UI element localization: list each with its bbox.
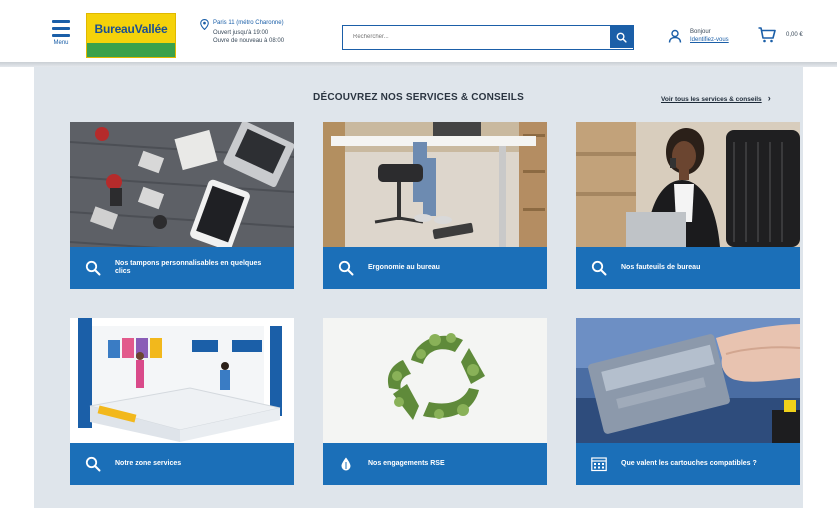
service-card-stamps[interactable]: Nos tampons personnalisables en quelques… [70,122,294,289]
service-card-services-zone[interactable]: Notre zone services [70,318,294,485]
service-card-csr[interactable]: Nos engagements RSE [323,318,547,485]
see-all-services-link[interactable]: Voir tous les services & conseils › [661,93,771,103]
chevron-right-icon: › [767,93,771,103]
search-icon [85,456,101,472]
location-pin-icon [200,19,209,30]
search-bar [342,25,634,50]
card-image-stamps [70,122,294,247]
logo-text: BureauVallée [94,21,168,36]
card-label: Notre zone services [115,460,182,467]
card-caption-bar: Que valent les cartouches compatibles ? [576,443,800,485]
account-link[interactable]: Bonjour Identifiez-vous [668,27,748,47]
store-reopen-hours: Ouvre de nouveau à 08:00 [213,38,285,44]
logo-stripe [87,43,175,57]
card-image-cartridges [576,318,800,443]
search-icon [338,260,354,276]
menu-label: Menu [53,40,69,46]
search-icon [616,32,627,43]
card-caption-bar: Nos engagements RSE [323,443,547,485]
card-caption-bar: Notre zone services [70,443,294,485]
card-label: Ergonomie au bureau [368,264,440,271]
card-label: Nos fauteuils de bureau [621,264,701,271]
cart-button[interactable]: 0,00 € [758,25,818,47]
card-caption-bar: Nos tampons personnalisables en quelques… [70,247,294,289]
service-card-ergonomics[interactable]: Ergonomie au bureau [323,122,547,289]
cart-total: 0,00 € [786,32,803,38]
login-link[interactable]: Identifiez-vous [690,37,729,43]
see-all-label: Voir tous les services & conseils [661,96,762,103]
leaf-drop-icon [341,457,351,471]
hamburger-icon-bar [52,34,70,37]
search-input[interactable] [343,26,609,48]
card-image-services-zone [70,318,294,443]
store-open-hours: Ouvert jusqu'à 19:00 [213,30,269,36]
service-card-office-chairs[interactable]: Nos fauteuils de bureau [576,122,800,289]
search-button[interactable] [610,26,633,48]
cart-icon [758,27,776,43]
store-selector[interactable]: Paris 11 (métro Charonne) Ouvert jusqu'à… [200,18,330,52]
hamburger-icon [52,20,70,23]
menu-button[interactable]: Menu [50,20,72,50]
card-label: Nos engagements RSE [368,460,445,467]
card-caption-bar: Ergonomie au bureau [323,247,547,289]
card-caption-bar: Nos fauteuils de bureau [576,247,800,289]
site-header: Menu BureauVallée Paris 11 (métro Charon… [0,0,837,64]
user-icon [668,29,682,43]
search-icon [85,260,101,276]
service-card-cartridges[interactable]: Que valent les cartouches compatibles ? [576,318,800,485]
account-greeting: Bonjour [690,29,711,35]
brand-logo[interactable]: BureauVallée [86,13,176,58]
card-label: Nos tampons personnalisables en quelques… [115,260,262,275]
card-image-ergonomics [323,122,547,247]
hamburger-icon-bar [52,27,70,30]
search-icon [591,260,607,276]
card-label: Que valent les cartouches compatibles ? [621,460,757,467]
card-image-recycle-leaves [323,318,547,443]
card-image-office-chairs [576,122,800,247]
store-name[interactable]: Paris 11 (métro Charonne) [213,19,284,27]
services-section: DÉCOUVREZ NOS SERVICES & CONSEILS Voir t… [34,67,803,508]
calendar-grid-icon [591,457,607,472]
